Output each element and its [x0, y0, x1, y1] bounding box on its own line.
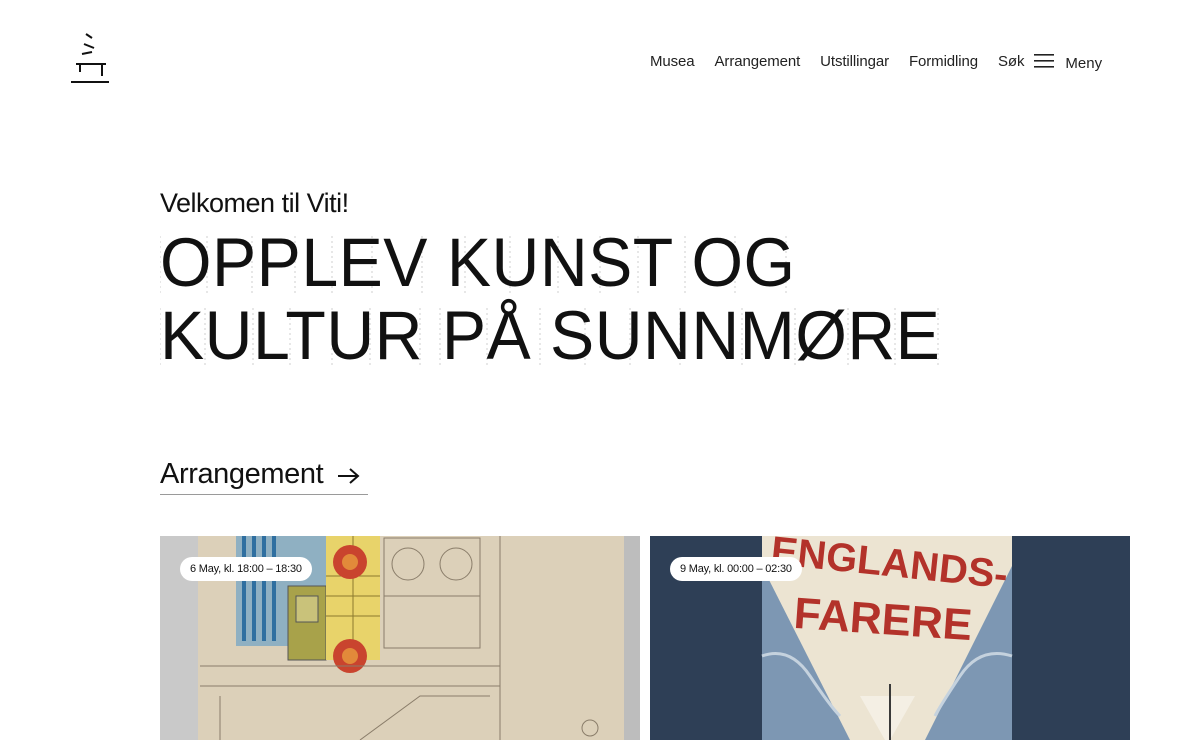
hamburger-icon	[1034, 54, 1055, 68]
nav-arrangement[interactable]: Arrangement	[715, 53, 801, 70]
event-card-2[interactable]: ENGLANDS- FARERE 9 May, kl. 00:00 – 02:3…	[650, 536, 1130, 740]
headline-line-2: KULTUR PÅ SUNNMØRE	[160, 297, 941, 374]
arrangement-link[interactable]: Arrangement	[160, 454, 368, 495]
menu-button[interactable]: Meny	[1034, 51, 1102, 72]
nav-utstillingar[interactable]: Utstillingar	[820, 53, 889, 70]
arrangement-link-label: Arrangement	[160, 457, 324, 490]
event-date-badge: 9 May, kl. 00:00 – 02:30	[670, 557, 802, 581]
page: Musea Arrangement Utstillingar Formidlin…	[0, 0, 1200, 740]
nav-formidling[interactable]: Formidling	[909, 53, 978, 70]
menu-label: Meny	[1065, 54, 1103, 72]
headline-line-1: OPPLEV KUNST OG	[160, 224, 796, 301]
welcome-text: Velkomen til Viti!	[160, 188, 349, 218]
event-card-1[interactable]: 6 May, kl. 18:00 – 18:30	[160, 536, 640, 740]
event-date-badge: 6 May, kl. 18:00 – 18:30	[180, 557, 312, 581]
nav-musea[interactable]: Musea	[650, 53, 695, 70]
viti-logo-icon[interactable]	[68, 30, 112, 88]
nav-sok[interactable]: Søk	[998, 53, 1024, 70]
main-nav: Musea Arrangement Utstillingar Formidlin…	[640, 48, 1122, 74]
arrow-right-icon	[338, 468, 360, 484]
hero-headline: OPPLEV KUNST OG KULTUR PÅ SUNNMØRE	[160, 226, 940, 372]
